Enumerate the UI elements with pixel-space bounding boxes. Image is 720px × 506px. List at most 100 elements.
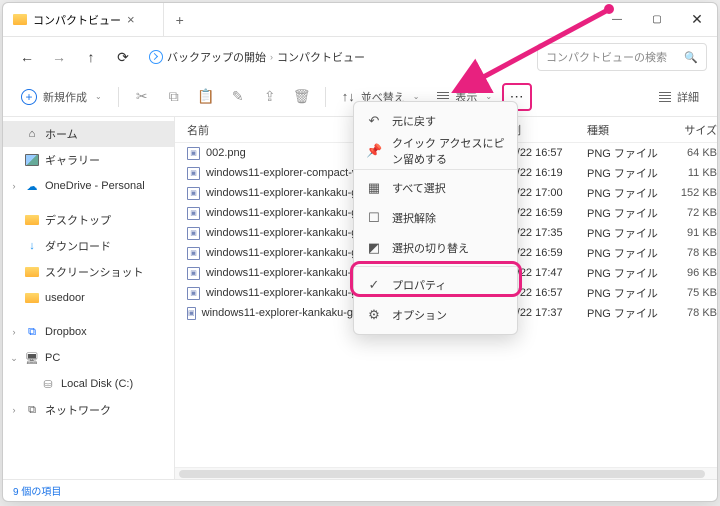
delete-button[interactable]: 🗑 (287, 82, 317, 112)
expand-icon[interactable]: › (9, 327, 19, 337)
location-icon (149, 50, 163, 64)
sidebar-item-desktop[interactable]: デスクトップ (3, 207, 174, 233)
png-file-icon: ▣ (187, 267, 200, 280)
sidebar-label: Dropbox (45, 326, 87, 338)
sidebar-item-onedrive[interactable]: ›☁OneDrive - Personal (3, 173, 174, 199)
tab-close-icon[interactable]: × (127, 12, 135, 27)
search-placeholder: コンパクトビューの検索 (546, 49, 667, 65)
details-icon (659, 92, 671, 102)
chevron-down-icon: ⌄ (485, 92, 492, 101)
gear-icon: ⚙ (366, 307, 382, 323)
folder-icon (25, 213, 39, 227)
cloud-icon: ☁ (25, 179, 39, 193)
file-type: PNG ファイル (587, 245, 667, 261)
file-size: 78 KB (667, 307, 717, 319)
menu-item-select-none[interactable]: ☐ 選択解除 (354, 203, 517, 233)
menu-label: 元に戻す (392, 113, 436, 129)
rename-button[interactable]: ✎ (223, 82, 253, 112)
details-label: 詳細 (677, 89, 699, 105)
sidebar-item-usedoor[interactable]: usedoor (3, 285, 174, 311)
dropbox-icon: ⧉ (25, 325, 39, 339)
collapse-icon[interactable]: ⌄ (9, 353, 19, 364)
sidebar-label: デスクトップ (45, 212, 111, 228)
sidebar-label: Local Disk (C:) (61, 378, 133, 390)
file-type: PNG ファイル (587, 265, 667, 281)
undo-icon: ↶ (366, 113, 382, 129)
maximize-button[interactable]: ▢ (637, 3, 677, 37)
menu-label: すべて選択 (392, 180, 446, 196)
refresh-button[interactable]: ⟳ (109, 43, 137, 71)
png-file-icon: ▣ (187, 247, 200, 260)
breadcrumb-part[interactable]: バックアップの開始 (167, 49, 266, 65)
file-type: PNG ファイル (587, 185, 667, 201)
minimize-button[interactable]: ― (597, 3, 637, 37)
new-tab-button[interactable]: + (164, 12, 196, 28)
file-name: windows11-explorer-kankaku-gy (206, 247, 363, 259)
select-none-icon: ☐ (366, 210, 382, 226)
menu-item-options[interactable]: ⚙ オプション (354, 300, 517, 330)
details-pane-button[interactable]: 詳細 (651, 82, 707, 112)
more-context-menu: ↶ 元に戻す 📌クイック アクセスにピン留めする ▦すべて選択 ☐ 選択解除 ◩選択… (353, 101, 518, 335)
png-file-icon: ▣ (187, 187, 200, 200)
breadcrumb-part[interactable]: コンパクトビュー (277, 49, 365, 65)
paste-button[interactable]: 📋 (191, 82, 221, 112)
sidebar-item-pc[interactable]: ⌄🖥PC (3, 345, 174, 371)
file-type: PNG ファイル (587, 305, 667, 321)
column-size[interactable]: サイズ (667, 122, 717, 138)
close-button[interactable]: ✕ (677, 3, 717, 37)
item-count: 9 個の項目 (13, 483, 61, 498)
sidebar-label: ダウンロード (45, 238, 111, 254)
column-type[interactable]: 種類 (587, 122, 667, 138)
file-type: PNG ファイル (587, 145, 667, 161)
menu-item-select-all[interactable]: ▦すべて選択 (354, 173, 517, 203)
sidebar-label: ギャラリー (45, 152, 100, 168)
home-icon: ⌂ (25, 127, 39, 141)
sidebar-label: ホーム (45, 126, 78, 142)
expand-icon[interactable]: › (9, 405, 19, 415)
folder-icon (13, 14, 27, 25)
sidebar-label: スクリーンショット (45, 264, 143, 280)
sidebar-item-gallery[interactable]: ギャラリー (3, 147, 174, 173)
chevron-down-icon: ⌄ (95, 92, 102, 101)
share-button[interactable]: ⇪ (255, 82, 285, 112)
horizontal-scrollbar[interactable] (175, 467, 717, 479)
menu-label: オプション (392, 307, 447, 323)
file-type: PNG ファイル (587, 285, 667, 301)
file-name: windows11-explorer-kankaku-gy (206, 267, 363, 279)
menu-item-invert[interactable]: ◩選択の切り替え (354, 233, 517, 263)
png-file-icon: ▣ (187, 307, 196, 320)
forward-button[interactable]: → (45, 43, 73, 71)
sidebar-item-downloads[interactable]: ↓ダウンロード (3, 233, 174, 259)
file-type: PNG ファイル (587, 165, 667, 181)
back-button[interactable]: ← (13, 43, 41, 71)
sidebar-item-dropbox[interactable]: › ⧉ Dropbox (3, 319, 174, 345)
sidebar-item-screenshots[interactable]: スクリーンショット (3, 259, 174, 285)
menu-label: 選択解除 (392, 210, 436, 226)
sidebar-item-network[interactable]: ›⧉ネットワーク (3, 397, 174, 423)
search-icon: 🔍 (684, 51, 698, 64)
new-button[interactable]: + 新規作成 ⌄ (13, 82, 110, 112)
cut-button[interactable]: ✂ (127, 82, 157, 112)
expand-icon[interactable]: › (9, 181, 19, 191)
up-button[interactable]: ↑ (77, 43, 105, 71)
properties-icon: ✓ (366, 277, 382, 293)
file-name: windows11-explorer-kankaku-gy (206, 287, 363, 299)
sidebar-label: PC (45, 352, 60, 364)
breadcrumb[interactable]: バックアップの開始 › コンパクトビュー (149, 49, 365, 65)
menu-label: 選択の切り替え (392, 240, 469, 256)
menu-separator (354, 266, 517, 267)
file-size: 11 KB (667, 167, 717, 179)
sidebar-item-home[interactable]: ⌂ ホーム (3, 121, 174, 147)
menu-item-undo[interactable]: ↶ 元に戻す (354, 106, 517, 136)
disk-icon: ⛁ (41, 377, 55, 391)
menu-item-properties[interactable]: ✓プロパティ (354, 270, 517, 300)
menu-item-pin[interactable]: 📌クイック アクセスにピン留めする (354, 136, 517, 166)
search-input[interactable]: コンパクトビューの検索 🔍 (537, 43, 707, 71)
png-file-icon: ▣ (187, 167, 200, 180)
file-size: 91 KB (667, 227, 717, 239)
copy-button[interactable]: ⧉ (159, 82, 189, 112)
sidebar-item-localdisk[interactable]: ⛁ Local Disk (C:) (3, 371, 174, 397)
tab-current[interactable]: コンパクトビュー × (3, 3, 164, 37)
png-file-icon: ▣ (187, 287, 200, 300)
sort-icon: ↑↓ (342, 89, 355, 104)
